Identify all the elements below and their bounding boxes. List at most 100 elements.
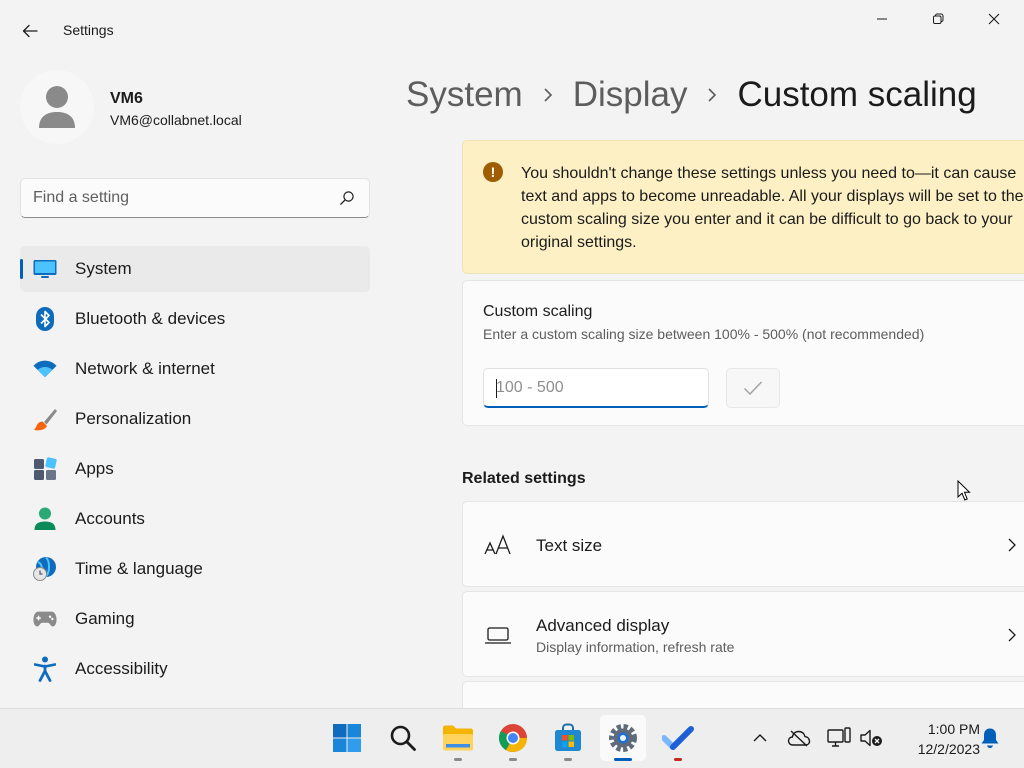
- apply-scaling-button[interactable]: [726, 368, 780, 408]
- sidebar-item-apps[interactable]: Apps: [20, 446, 370, 492]
- taskbar-todo[interactable]: [655, 715, 701, 761]
- sidebar-item-label: Accessibility: [75, 659, 168, 678]
- user-email: VM6@collabnet.local: [110, 112, 242, 128]
- onedrive-offline-icon: [787, 730, 811, 747]
- show-hidden-icons-button[interactable]: [747, 725, 773, 751]
- app-title: Settings: [63, 22, 114, 38]
- breadcrumb: System Display Custom scaling: [406, 72, 977, 118]
- advanced-display-link[interactable]: Advanced display Display information, re…: [462, 591, 1024, 677]
- laptop-display-icon: [483, 623, 513, 647]
- accessibility-icon: [33, 656, 57, 682]
- system-monitor-icon: [33, 257, 57, 281]
- custom-scaling-title: Custom scaling: [483, 303, 593, 320]
- custom-scaling-input[interactable]: [483, 368, 709, 408]
- text-size-icon: [483, 533, 513, 557]
- search-input[interactable]: [33, 179, 333, 217]
- warning-text: You shouldn't change these settings unle…: [521, 165, 1024, 251]
- user-profile[interactable]: VM6 VM6@collabnet.local: [20, 70, 370, 144]
- custom-scaling-description: Enter a custom scaling size between 100%…: [483, 326, 925, 342]
- display-network-icon: [827, 727, 851, 747]
- page-title: Custom scaling: [737, 75, 977, 114]
- microsoft-store-icon: [555, 723, 581, 751]
- mouse-cursor-icon: [957, 480, 971, 501]
- custom-scaling-card: Custom scaling Enter a custom scaling si…: [462, 280, 1024, 426]
- chevron-right-icon: [1008, 538, 1016, 552]
- volume-muted-icon: [860, 729, 882, 747]
- start-button[interactable]: [324, 715, 370, 761]
- globe-clock-icon: [33, 557, 57, 581]
- onedrive-tray-button[interactable]: [786, 725, 812, 751]
- user-avatar-icon: [39, 86, 75, 128]
- active-indicator: [614, 758, 632, 761]
- warning-banner: ! You shouldn't change these settings un…: [462, 140, 1024, 274]
- taskbar-settings[interactable]: [600, 715, 646, 761]
- title-bar: Settings: [0, 0, 1024, 60]
- taskbar-search-button[interactable]: [380, 715, 426, 761]
- running-indicator: [564, 758, 572, 761]
- close-button[interactable]: [971, 4, 1017, 34]
- sidebar-item-bluetooth[interactable]: Bluetooth & devices: [20, 296, 370, 342]
- sidebar-item-label: Personalization: [75, 409, 192, 428]
- chrome-icon: [499, 724, 527, 752]
- network-tray-button[interactable]: [826, 725, 852, 751]
- sidebar-item-accounts[interactable]: Accounts: [20, 496, 370, 542]
- sidebar-item-accessibility[interactable]: Accessibility: [20, 646, 370, 692]
- back-arrow-icon: [22, 24, 38, 38]
- related-settings-heading: Related settings: [462, 470, 586, 487]
- sidebar-item-personalization[interactable]: Personalization: [20, 396, 370, 442]
- sidebar-item-label: Gaming: [75, 609, 135, 628]
- checkmark-icon: [744, 381, 763, 396]
- running-indicator: [674, 758, 682, 761]
- avatar: [20, 70, 94, 144]
- taskbar: 1:00 PM 12/2/2023: [0, 708, 1024, 768]
- accounts-icon: [33, 507, 57, 531]
- clock-date: 12/2/2023: [917, 741, 980, 757]
- sidebar-item-system[interactable]: System: [20, 246, 370, 292]
- taskbar-clock[interactable]: 1:00 PM 12/2/2023: [890, 719, 980, 759]
- running-indicator: [454, 758, 462, 761]
- breadcrumb-system[interactable]: System: [406, 75, 523, 115]
- restore-icon: [933, 13, 944, 24]
- minimize-icon: [877, 18, 887, 20]
- sidebar-item-label: Apps: [75, 459, 114, 478]
- sidebar-item-time-language[interactable]: Time & language: [20, 546, 370, 592]
- sidebar-item-label: Network & internet: [75, 359, 215, 378]
- minimize-button[interactable]: [859, 4, 905, 34]
- search-icon: [340, 191, 354, 205]
- todo-check-icon: [662, 726, 694, 750]
- windows-start-icon: [333, 724, 361, 752]
- text-size-link[interactable]: Text size: [462, 501, 1024, 587]
- running-indicator: [509, 758, 517, 761]
- text-caret: [496, 379, 497, 398]
- sidebar-item-label: Accounts: [75, 509, 145, 528]
- paintbrush-icon: [33, 407, 57, 431]
- clock-time: 1:00 PM: [927, 721, 980, 737]
- sidebar-item-gaming[interactable]: Gaming: [20, 596, 370, 642]
- gamepad-icon: [33, 607, 57, 631]
- chevron-right-icon: [523, 87, 573, 103]
- taskbar-file-explorer[interactable]: [435, 715, 481, 761]
- sidebar-item-label: System: [75, 259, 132, 278]
- close-icon: [988, 13, 1000, 25]
- text-size-title: Text size: [536, 536, 603, 555]
- restore-button[interactable]: [915, 4, 961, 34]
- bluetooth-icon: [33, 307, 57, 331]
- user-name: VM6: [110, 90, 143, 107]
- chevron-up-icon: [753, 734, 767, 742]
- notifications-button[interactable]: [977, 725, 1003, 751]
- sidebar-nav: System Bluetooth & devices Network & int…: [20, 246, 370, 696]
- chevron-right-icon: [1008, 628, 1016, 642]
- sidebar-item-label: Bluetooth & devices: [75, 309, 226, 328]
- sidebar-item-network[interactable]: Network & internet: [20, 346, 370, 392]
- taskbar-chrome[interactable]: [490, 715, 536, 761]
- breadcrumb-display[interactable]: Display: [573, 75, 688, 115]
- settings-gear-icon: [609, 724, 637, 752]
- back-button[interactable]: [14, 16, 46, 46]
- wifi-icon: [33, 357, 57, 381]
- file-explorer-icon: [443, 725, 473, 751]
- volume-tray-button[interactable]: [858, 725, 884, 751]
- apps-icon: [33, 457, 57, 481]
- search-box[interactable]: [20, 178, 370, 218]
- taskbar-microsoft-store[interactable]: [545, 715, 591, 761]
- search-icon: [390, 725, 416, 751]
